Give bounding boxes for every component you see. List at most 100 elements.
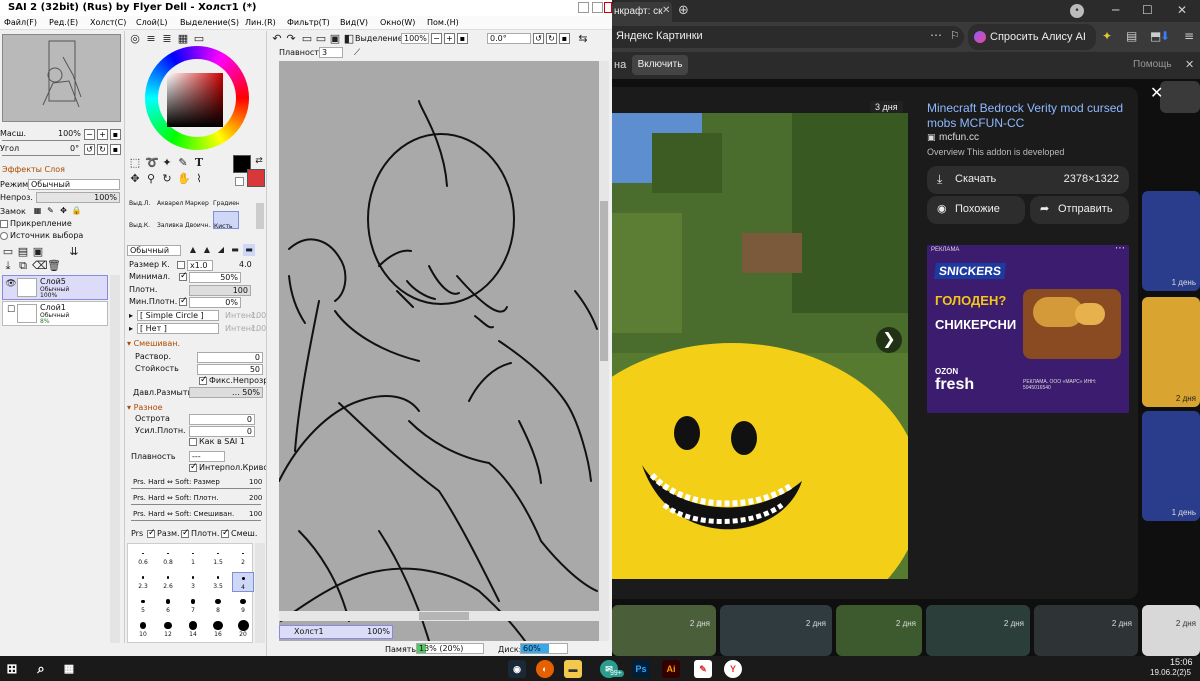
zoom-tool-icon[interactable]: ⚲ — [145, 173, 157, 185]
texture-arrow-icon[interactable]: ▸ — [129, 324, 133, 334]
brush-tool-slot[interactable]: Градиент — [213, 189, 239, 207]
grid-thumbnail[interactable]: 2 дня — [836, 605, 922, 656]
firefox-icon[interactable]: ◐ — [536, 660, 554, 678]
grid-thumbnail[interactable]: 1 день — [1142, 191, 1200, 291]
ad-banner[interactable]: РЕКЛАМА ⋯ SNICKERS ГОЛОДЕН? СНИКЕРСНИ OZ… — [927, 245, 1129, 413]
brush-size-preset[interactable]: 14 — [182, 620, 204, 638]
clipping-checkbox[interactable] — [0, 220, 8, 228]
selection-source-checkbox[interactable] — [0, 232, 8, 240]
brush-size-preset[interactable]: 2 — [232, 548, 254, 566]
layer-list-scrollbar[interactable] — [110, 275, 120, 643]
like-sai1-checkbox[interactable] — [189, 438, 197, 446]
eye-icon[interactable]: 👁 — [5, 278, 17, 290]
lock-paint-icon[interactable]: ✎ — [45, 206, 56, 217]
zoom-reset-icon[interactable]: ▪ — [110, 129, 121, 140]
misc-section-header[interactable]: ▾ Разное — [127, 403, 163, 412]
menu-icon[interactable]: ≡ — [1184, 29, 1194, 43]
maximize-icon[interactable] — [592, 2, 603, 13]
clear-layer-icon[interactable]: ⌫ — [32, 260, 48, 272]
notification-close-icon[interactable]: ✕ — [1185, 58, 1194, 71]
menu-canvas[interactable]: Холст(C) — [90, 17, 126, 29]
brush-size-preset[interactable]: 7 — [182, 596, 204, 614]
next-image-button[interactable]: ❯ — [876, 327, 902, 353]
task-view-icon[interactable]: ▦ — [60, 660, 78, 678]
brush-size-preset[interactable]: 4 — [232, 572, 254, 592]
canvas-tab[interactable]: Холст1 100% — [279, 625, 393, 639]
color-wheel-mode-icon[interactable]: ◎ — [129, 33, 141, 45]
browser-maximize-icon[interactable]: ☐ — [1142, 3, 1153, 17]
canvas-zoom-out-icon[interactable]: − — [431, 33, 442, 44]
brush-size-preset[interactable]: 3 — [182, 572, 204, 590]
grid-thumbnail[interactable]: 2 дня — [612, 605, 716, 656]
brush-size-preset[interactable]: 20 — [232, 620, 254, 638]
brush-shape-soft-icon[interactable]: ▲ — [187, 244, 199, 256]
selection-pen-icon[interactable]: ✎ — [177, 157, 189, 169]
layer-row[interactable]: 👁 Слой5 Обычный 100% — [2, 275, 108, 300]
canvas-rotate-reset-icon[interactable]: ▪ — [559, 33, 570, 44]
density-boost-slider[interactable]: 0 — [189, 426, 255, 437]
brush-size-preset[interactable]: 16 — [207, 620, 229, 638]
canvas-horizontal-scrollbar[interactable] — [279, 611, 599, 621]
mix-section-header[interactable]: ▾ Смешиван. — [127, 339, 180, 348]
grid-thumbnail[interactable]: 2 дня — [1034, 605, 1138, 656]
min-size-checkbox[interactable] — [179, 271, 188, 281]
select-rect-icon[interactable]: ⬚ — [129, 157, 141, 169]
brush-size-preset[interactable]: 1 — [182, 548, 204, 566]
zoom-in-icon[interactable]: + — [97, 129, 108, 140]
zoom-out-icon[interactable]: − — [84, 129, 95, 140]
brush-texture-select[interactable]: [ Нет ] — [137, 323, 219, 334]
show-selection-icon[interactable]: ▣ — [329, 33, 341, 45]
preview-title-link[interactable]: Minecraft Bedrock Verity mod cursed mobs… — [927, 101, 1127, 131]
keep-opacity-checkbox[interactable] — [199, 375, 208, 385]
stabilizer-select[interactable]: 3 — [319, 47, 343, 58]
brush-size-preset[interactable]: 9 — [232, 596, 254, 614]
brush-tool-slot[interactable]: Маркер — [185, 189, 211, 207]
lock-all-icon[interactable]: 🔒 — [71, 206, 82, 217]
brush-size-preset[interactable]: 0.6 — [132, 548, 154, 566]
transparent-color-icon[interactable] — [235, 177, 244, 186]
tab-close-icon[interactable]: ✕ — [662, 5, 670, 16]
new-linework-layer-icon[interactable]: ▤ — [17, 246, 29, 258]
grid-thumbnail[interactable]: 2 дня — [720, 605, 832, 656]
brush-tool-slot[interactable]: Выд.К. — [129, 211, 155, 229]
sai-taskbar-icon[interactable]: ✎ — [694, 660, 712, 678]
copy-layer-icon[interactable]: ⧉ — [17, 260, 29, 272]
stroke-assist-icon[interactable]: ⟋ — [351, 47, 363, 59]
photoshop-icon[interactable]: Ps — [632, 660, 650, 678]
more-icon[interactable]: ⋯ — [930, 28, 942, 42]
preview-close-icon[interactable]: ✕ — [1150, 83, 1163, 102]
eyedropper-icon[interactable]: ⌇ — [193, 173, 205, 185]
brush-size-preset[interactable]: 2.6 — [157, 572, 179, 590]
windows-start-icon[interactable]: ⊞ — [3, 660, 21, 678]
menu-filter[interactable]: Фильтр(T) — [287, 17, 330, 29]
rgb-slider-mode-icon[interactable]: ≡ — [145, 33, 157, 45]
brush-size-preset[interactable]: 0.8 — [157, 548, 179, 566]
preview-source[interactable]: mcfun.cc — [939, 132, 979, 143]
grid-thumbnail[interactable]: 2 дня — [1142, 605, 1200, 656]
downloads-icon[interactable]: ⬇ — [1160, 29, 1170, 43]
canvas-zoom-reset-icon[interactable]: ▪ — [457, 33, 468, 44]
browser-close-icon[interactable]: ✕ — [1177, 3, 1187, 17]
brush-size-preset[interactable]: 10 — [132, 620, 154, 638]
brush-tool-slot[interactable]: Кисть — [213, 211, 239, 229]
similar-button[interactable]: ◉ Похожие — [927, 196, 1025, 224]
menu-ruler[interactable]: Лин.(R) — [245, 17, 276, 29]
hand-tool-icon[interactable]: ✋ — [177, 173, 191, 185]
brush-smooth-select[interactable]: --- — [189, 451, 225, 462]
lock-move-icon[interactable]: ✥ — [58, 206, 69, 217]
persistence-slider[interactable]: 50 — [197, 364, 263, 375]
brush-blend-select[interactable]: Обычный — [127, 245, 181, 256]
density-slider[interactable]: 100 — [189, 285, 251, 296]
merge-down-icon[interactable]: ⤓ — [2, 260, 14, 272]
canvas-vertical-scrollbar[interactable] — [599, 61, 609, 641]
selection-visibility-icon[interactable]: ◧ — [343, 33, 355, 45]
color-square[interactable] — [167, 73, 223, 127]
rotate-right-icon[interactable]: ↻ — [97, 144, 108, 155]
opacity-slider[interactable]: 100% — [36, 192, 120, 203]
sharpness-slider[interactable]: 0 — [189, 414, 255, 425]
move-tool-icon[interactable]: ✥ — [129, 173, 141, 185]
new-layer-icon[interactable]: ▭ — [2, 246, 14, 258]
share-button[interactable]: ➦ Отправить — [1030, 196, 1129, 224]
prs-size-checkbox[interactable] — [147, 528, 156, 538]
brush-size-lock-checkbox[interactable] — [177, 261, 185, 269]
